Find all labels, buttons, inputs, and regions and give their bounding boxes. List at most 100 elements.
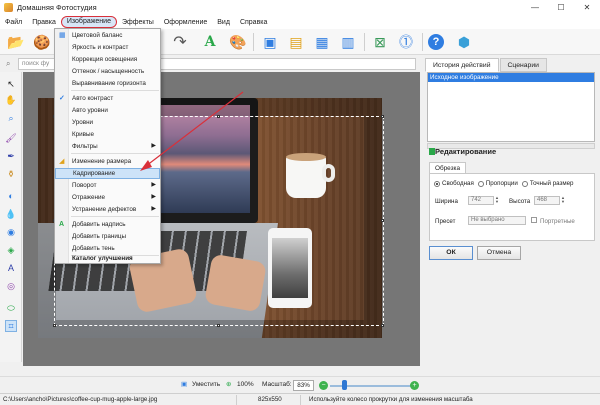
brush-icon[interactable]: 🖌 xyxy=(5,132,17,144)
history-list[interactable]: Исходное изображение xyxy=(427,72,595,142)
radio-label: Пропорции xyxy=(485,180,518,187)
menu-item-label: Цветовой баланс xyxy=(72,32,123,39)
text-icon[interactable]: A xyxy=(5,262,17,274)
height-field[interactable]: 468 xyxy=(534,196,560,205)
actual-size-icon[interactable]: ⓵ xyxy=(396,32,416,52)
menu-edit[interactable]: Правка xyxy=(27,16,61,29)
height-stepper[interactable]: ▲ ▼ xyxy=(561,196,566,205)
frame-icon[interactable]: ▣ xyxy=(260,32,280,52)
menu-item-brightness[interactable]: Яркость и контраст xyxy=(55,42,160,53)
text-tool-icon[interactable]: A xyxy=(200,32,220,52)
zoom-out-button[interactable]: − xyxy=(319,381,328,390)
fit-icon[interactable]: ⊠ xyxy=(370,32,390,52)
box-icon[interactable]: ⬢ xyxy=(454,32,474,52)
stamp-icon[interactable]: ⚱ xyxy=(5,168,17,180)
crop-handle-bl[interactable] xyxy=(53,324,56,327)
menu-item-filters[interactable]: Фильтры ▶ xyxy=(55,141,160,152)
fit-button[interactable]: Уместить xyxy=(192,380,220,390)
menu-item-fix-defects[interactable]: Устранение дефектов ▶ xyxy=(55,204,160,215)
radio-dot xyxy=(434,181,440,187)
picture-icon[interactable]: ▤ xyxy=(286,32,306,52)
edit-title: Редактирование xyxy=(429,147,497,156)
menu-item-levels[interactable]: Уровни xyxy=(55,117,160,128)
palette-icon[interactable]: 🎨 xyxy=(228,32,248,52)
tab-scenarios[interactable]: Сценарии xyxy=(499,58,547,72)
pen-icon[interactable]: ✒ xyxy=(5,150,17,162)
radio-exact-size[interactable]: Точный размер xyxy=(521,180,574,188)
crop-handle-br[interactable] xyxy=(381,324,384,327)
color-balance-icon: ▦ xyxy=(59,32,66,39)
menu-item-label: Авто контраст xyxy=(72,95,114,102)
menu-item-lighting[interactable]: Коррекция освещения xyxy=(55,54,160,65)
menu-item-label: Уровни xyxy=(72,119,94,126)
zoom-input[interactable]: 83% xyxy=(293,380,314,391)
menu-item-label: Устранение дефектов xyxy=(72,206,137,213)
menu-view[interactable]: Вид xyxy=(212,16,235,29)
menu-item-flip[interactable]: Отражение ▶ xyxy=(55,192,160,203)
crop-icon[interactable]: ⌗ xyxy=(5,320,17,332)
drop-icon[interactable]: 💧 xyxy=(5,208,17,220)
zoom-icon[interactable]: ⌕ xyxy=(5,112,17,124)
menu-item-curves[interactable]: Кривые xyxy=(55,129,160,140)
zoom-slider-thumb[interactable] xyxy=(342,380,347,390)
close-button[interactable]: ✕ xyxy=(574,0,600,15)
heal-icon[interactable]: ⬭ xyxy=(5,302,17,314)
menu-file[interactable]: Файл xyxy=(0,16,27,29)
width-stepper[interactable]: ▲ ▼ xyxy=(495,196,500,205)
blur-icon[interactable]: ◎ xyxy=(5,280,17,292)
resize-icon: ◢ xyxy=(59,158,65,165)
portrait-checkbox[interactable] xyxy=(531,217,537,223)
menu-item-auto-levels[interactable]: Авто уровни xyxy=(55,105,160,116)
menu-item-resize[interactable]: ◢ Изменение размера xyxy=(55,156,160,167)
fit-icon[interactable]: ▣ xyxy=(181,380,187,390)
crop-handle-t[interactable] xyxy=(217,115,220,118)
zoom-100-button[interactable]: 100% xyxy=(237,380,254,390)
menu-design[interactable]: Оформление xyxy=(159,16,212,29)
menu-help[interactable]: Справка xyxy=(235,16,272,29)
eraser-icon[interactable]: ◐ xyxy=(5,190,17,202)
collage-icon[interactable]: ▥ xyxy=(338,32,358,52)
radio-label: Точный размер xyxy=(529,180,574,187)
menu-item-add-borders[interactable]: Добавить границы xyxy=(55,231,160,242)
menu-effects[interactable]: Эффекты xyxy=(117,16,159,29)
crop-handle-tr[interactable] xyxy=(381,115,384,118)
menu-item-rotate[interactable]: Поворот ▶ xyxy=(55,180,160,191)
open-folder-icon[interactable]: 📂 xyxy=(6,32,26,52)
maximize-button[interactable]: ☐ xyxy=(548,0,574,15)
eye-icon[interactable]: ◉ xyxy=(5,226,17,238)
menu-item-catalog[interactable]: Каталог улучшения xyxy=(55,253,160,264)
menu-item-crop[interactable]: Кадрирование xyxy=(55,168,160,179)
cancel-button[interactable]: Отмена xyxy=(477,246,521,260)
submenu-arrow-icon: ▶ xyxy=(151,206,156,212)
tab-history[interactable]: История действий xyxy=(425,58,499,72)
menu-item-color-balance[interactable]: ▦ Цветовой баланс xyxy=(55,30,160,41)
menu-image[interactable]: Изображение xyxy=(60,16,117,28)
submenu-arrow-icon: ▶ xyxy=(151,143,156,149)
menu-item-label: Изменение размера xyxy=(72,158,132,165)
shape-icon[interactable]: ◈ xyxy=(5,244,17,256)
width-field[interactable]: 742 xyxy=(468,196,494,205)
enhance-icon[interactable]: 🍪 xyxy=(32,32,52,52)
edit-title-label: Редактирование xyxy=(435,147,497,156)
crop-handle-r[interactable] xyxy=(381,219,384,222)
preset-select[interactable]: Не выбрано xyxy=(468,216,526,225)
minimize-button[interactable]: — xyxy=(522,0,548,15)
crop-handle-b[interactable] xyxy=(217,324,220,327)
menu-item-auto-contrast[interactable]: ✓ Авто контраст xyxy=(55,93,160,104)
zoom-in-button[interactable]: + xyxy=(410,381,419,390)
pointer-icon[interactable]: ↖ xyxy=(5,78,17,90)
help-icon[interactable]: ? xyxy=(428,34,444,50)
menu-item-add-text[interactable]: A Добавить надпись xyxy=(55,219,160,230)
menu-item-hue[interactable]: Оттенок / насыщенность xyxy=(55,66,160,77)
ok-button[interactable]: ОК xyxy=(429,246,473,260)
search-icon: ⌕ xyxy=(6,59,11,68)
radio-proportions[interactable]: Пропорции xyxy=(477,180,518,188)
calendar-icon[interactable]: ▦ xyxy=(312,32,332,52)
hand-icon[interactable]: ✋ xyxy=(5,94,17,106)
menu-item-horizon[interactable]: Выравнивание горизонта xyxy=(55,78,160,89)
actual-size-icon[interactable]: ⊕ xyxy=(226,380,231,390)
radio-free[interactable]: Свободная xyxy=(434,180,474,188)
history-item[interactable]: Исходное изображение xyxy=(428,73,594,82)
toolbar-separator xyxy=(364,33,365,51)
redo-icon[interactable]: ↷ xyxy=(170,32,190,52)
